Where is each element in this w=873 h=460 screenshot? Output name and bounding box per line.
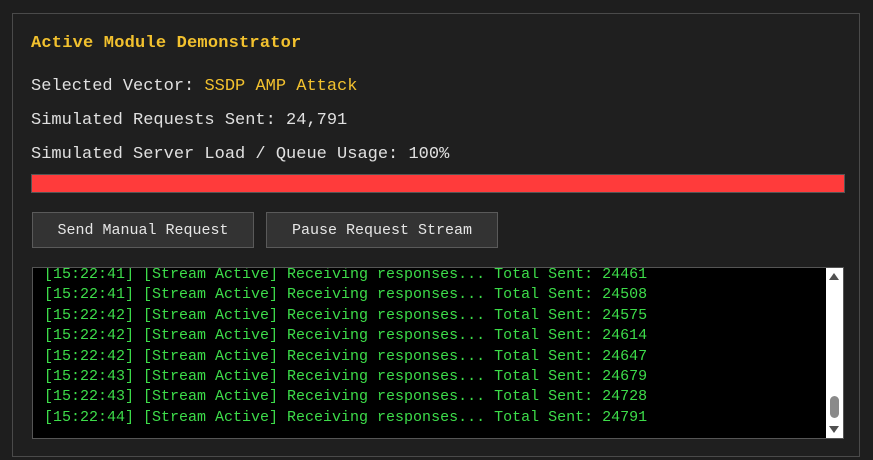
requests-sent-text: Simulated Requests Sent: 24,791 (31, 111, 348, 130)
log-line: [15:22:44] [Stream Active] Receiving res… (44, 408, 648, 426)
scrollbar-thumb[interactable] (830, 396, 839, 418)
send-manual-request-button[interactable]: Send Manual Request (32, 212, 254, 248)
scroll-down-arrow-icon[interactable] (829, 426, 839, 433)
module-panel: Active Module Demonstrator Selected Vect… (12, 13, 860, 457)
log-line: [15:22:42] [Stream Active] Receiving res… (44, 327, 648, 345)
selected-vector-label: Selected Vector: (31, 77, 205, 96)
log-lines: [15:22:41] [Stream Active] Receiving res… (44, 267, 823, 428)
scroll-up-arrow-icon[interactable] (829, 273, 839, 280)
log-scrollbar[interactable] (826, 268, 843, 438)
selected-vector-row: Selected Vector: SSDP AMP Attack (31, 77, 357, 96)
pause-request-stream-button[interactable]: Pause Request Stream (266, 212, 498, 248)
log-line: [15:22:43] [Stream Active] Receiving res… (44, 368, 648, 386)
log-line: [15:22:43] [Stream Active] Receiving res… (44, 388, 648, 406)
log-line: [15:22:41] [Stream Active] Receiving res… (44, 267, 648, 283)
log-line: [15:22:41] [Stream Active] Receiving res… (44, 286, 648, 304)
server-load-text: Simulated Server Load / Queue Usage: 100… (31, 145, 450, 164)
panel-title: Active Module Demonstrator (31, 34, 302, 53)
selected-vector-value: SSDP AMP Attack (204, 77, 358, 96)
log-line: [15:22:42] [Stream Active] Receiving res… (44, 306, 648, 324)
server-load-progress-fill (32, 175, 844, 192)
log-line: [15:22:42] [Stream Active] Receiving res… (44, 347, 648, 365)
server-load-progress-bar (31, 174, 845, 193)
log-output[interactable]: [15:22:41] [Stream Active] Receiving res… (32, 267, 844, 439)
